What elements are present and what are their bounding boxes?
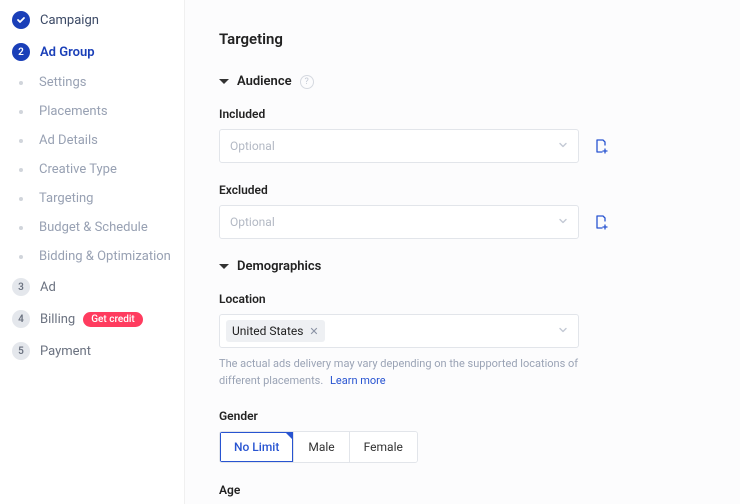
step-ad[interactable]: 3 Ad [0, 271, 184, 303]
excluded-label: Excluded [219, 183, 716, 197]
audience-section-header[interactable]: Audience ? [219, 74, 716, 89]
remove-chip-icon[interactable]: ✕ [309, 325, 318, 338]
sub-label: Settings [39, 75, 86, 90]
dot-icon [19, 197, 23, 201]
chevron-down-icon [558, 215, 568, 230]
placeholder-text: Optional [230, 215, 275, 229]
step-payment[interactable]: 5 Payment [0, 335, 184, 367]
sub-label: Creative Type [39, 162, 117, 177]
step-billing[interactable]: 4 Billing Get credit [0, 303, 184, 335]
sidebar-sub-bidding-optimization[interactable]: Bidding & Optimization [0, 242, 184, 271]
step-number-icon: 4 [12, 310, 30, 328]
sub-label: Budget & Schedule [39, 220, 148, 235]
learn-more-link[interactable]: Learn more [330, 374, 386, 387]
included-select[interactable]: Optional [219, 129, 579, 163]
location-chip: United States ✕ [226, 320, 325, 342]
chip-label: United States [232, 324, 303, 338]
section-title: Demographics [237, 259, 321, 274]
gender-label: Gender [219, 409, 716, 423]
dot-icon [19, 168, 23, 172]
excluded-select[interactable]: Optional [219, 205, 579, 239]
chevron-down-icon [558, 324, 568, 339]
page-title: Targeting [219, 30, 716, 48]
step-number-icon: 3 [12, 278, 30, 296]
section-title: Audience [237, 74, 292, 89]
add-document-icon[interactable] [593, 138, 609, 154]
sidebar-sub-placements[interactable]: Placements [0, 97, 184, 126]
sidebar: Campaign 2 Ad Group Settings Placements … [0, 0, 185, 504]
step-ad-group[interactable]: 2 Ad Group [0, 36, 184, 68]
dot-icon [19, 139, 23, 143]
step-label: Ad [40, 280, 56, 295]
caret-down-icon [219, 79, 229, 84]
demographics-section-header[interactable]: Demographics [219, 259, 716, 274]
step-label: Ad Group [40, 45, 95, 60]
sub-label: Ad Details [39, 133, 98, 148]
gender-male[interactable]: Male [294, 432, 349, 462]
sidebar-sub-targeting[interactable]: Targeting [0, 184, 184, 213]
gender-segmented: No Limit Male Female [219, 431, 418, 463]
step-number-icon: 5 [12, 342, 30, 360]
included-label: Included [219, 107, 716, 121]
caret-down-icon [219, 264, 229, 269]
get-credit-badge: Get credit [83, 312, 143, 327]
step-number-icon: 2 [12, 43, 30, 61]
step-label: Billing [40, 312, 75, 327]
step-label: Campaign [40, 13, 99, 28]
sidebar-sub-creative-type[interactable]: Creative Type [0, 155, 184, 184]
sidebar-sub-ad-details[interactable]: Ad Details [0, 126, 184, 155]
sub-label: Targeting [39, 191, 93, 206]
check-icon [12, 11, 30, 29]
gender-no-limit[interactable]: No Limit [220, 432, 294, 462]
sidebar-sub-budget-schedule[interactable]: Budget & Schedule [0, 213, 184, 242]
sub-label: Bidding & Optimization [39, 249, 171, 264]
placeholder-text: Optional [230, 139, 275, 153]
help-icon[interactable]: ? [300, 75, 314, 89]
step-campaign[interactable]: Campaign [0, 4, 184, 36]
add-document-icon[interactable] [593, 214, 609, 230]
dot-icon [19, 226, 23, 230]
age-label: Age [219, 483, 716, 497]
step-label: Payment [40, 344, 91, 359]
dot-icon [19, 110, 23, 114]
sub-label: Placements [39, 104, 108, 119]
gender-female[interactable]: Female [350, 432, 417, 462]
location-helper: The actual ads delivery may vary dependi… [219, 356, 619, 389]
dot-icon [19, 255, 23, 259]
chevron-down-icon [558, 139, 568, 154]
location-label: Location [219, 292, 716, 306]
location-select[interactable]: United States ✕ [219, 314, 579, 348]
dot-icon [19, 81, 23, 85]
main-content: Targeting Audience ? Included Optional [185, 0, 740, 504]
sidebar-sub-settings[interactable]: Settings [0, 68, 184, 97]
